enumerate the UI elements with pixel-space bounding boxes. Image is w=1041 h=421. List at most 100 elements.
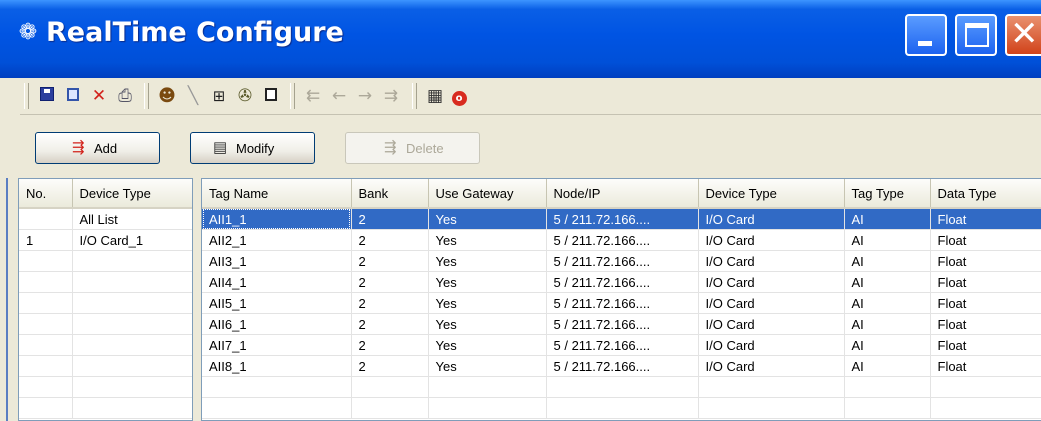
tag-table[interactable]: Tag Name Bank Use Gateway Node/IP Device… <box>201 178 1041 421</box>
line-icon[interactable]: ╲ <box>182 85 204 107</box>
use-gateway-cell: Yes <box>428 250 547 272</box>
empty-row <box>19 376 192 398</box>
column-header-device-type[interactable]: Device Type <box>698 179 845 209</box>
delete-button[interactable]: ⇶ Delete <box>345 132 480 164</box>
node-ip-cell: 5 / 211.72.166.... <box>546 355 699 377</box>
tag-type-cell: AI <box>844 208 931 230</box>
tag-name-cell: AII8_1 <box>202 355 352 377</box>
add-icon: ⇶ <box>72 139 85 156</box>
tag-type-cell: AI <box>844 271 931 293</box>
minimize-icon <box>918 41 932 46</box>
table-row[interactable]: AII4_1 2 Yes 5 / 211.72.166.... I/O Card AI Fl… <box>202 271 1041 293</box>
tag-type-cell: AI <box>844 229 931 251</box>
use-gateway-cell: Yes <box>428 355 547 377</box>
tag-table-body: AII1_1 2 Yes 5 / 211.72.166.... I/O Card AI Fl… <box>202 208 1041 419</box>
data-type-cell: Float <box>930 292 1041 314</box>
maximize-icon <box>965 23 989 47</box>
minimize-button[interactable] <box>905 14 947 56</box>
table-row[interactable]: AII6_1 2 Yes 5 / 211.72.166.... I/O Card AI Fl… <box>202 313 1041 335</box>
copy-icon[interactable] <box>62 85 84 107</box>
print-icon[interactable]: ⎙ <box>114 85 136 107</box>
column-header-device-type[interactable]: Device Type <box>72 179 192 209</box>
window-title: RealTime Configure <box>46 17 344 48</box>
add-button-label: Add <box>94 141 118 156</box>
data-type-cell: Float <box>930 229 1041 251</box>
add-button[interactable]: ⇶ Add <box>35 132 160 164</box>
left-arrow-icon[interactable]: ← <box>328 85 350 107</box>
table-row[interactable]: AII7_1 2 Yes 5 / 211.72.166.... I/O Card AI Fl… <box>202 334 1041 356</box>
use-gateway-cell: Yes <box>428 229 547 251</box>
column-header-node-ip[interactable]: Node/IP <box>546 179 699 209</box>
use-gateway-cell: Yes <box>428 208 547 230</box>
data-type-cell: Float <box>930 355 1041 377</box>
use-gateway-cell: Yes <box>428 334 547 356</box>
column-header-use-gateway[interactable]: Use Gateway <box>428 179 547 209</box>
window-left-edge <box>0 172 18 421</box>
bank-cell: 2 <box>351 292 429 314</box>
modify-button[interactable]: ▤ Modify <box>190 132 315 164</box>
empty-row <box>19 250 192 272</box>
data-type-cell: Float <box>930 250 1041 272</box>
list-item[interactable]: All List <box>19 208 192 230</box>
device-list[interactable]: No. Device Type All List 1 I/O Card_1 <box>18 178 193 421</box>
gear-icon: ❁ <box>18 20 38 45</box>
toolbar-separator <box>290 83 295 109</box>
tag-type-cell: AI <box>844 313 931 335</box>
delete-icon[interactable]: ✕ <box>88 85 110 107</box>
toolbar: ✕ ⎙ ☻ ╲ ⊞ ✇ ⇇ ← → ⇉ ▦ o <box>20 78 1041 115</box>
delete-button-label: Delete <box>406 141 444 156</box>
hash-icon[interactable]: ⊞ <box>208 85 230 107</box>
device-type-cell: I/O Card <box>698 355 845 377</box>
document-icon[interactable] <box>260 85 282 107</box>
chip-icon[interactable]: ▦ <box>424 85 446 107</box>
device-type-cell: I/O Card <box>698 208 845 230</box>
close-button[interactable]: ✕ <box>1005 14 1041 56</box>
right-arrow-icon[interactable]: → <box>354 85 376 107</box>
empty-row <box>202 397 1041 419</box>
use-gateway-cell: Yes <box>428 292 547 314</box>
column-header-tag-name[interactable]: Tag Name <box>202 179 352 209</box>
bank-cell: 2 <box>351 250 429 272</box>
bank-cell: 2 <box>351 313 429 335</box>
table-row[interactable]: AII8_1 2 Yes 5 / 211.72.166.... I/O Card AI Fl… <box>202 355 1041 377</box>
list-item[interactable]: 1 I/O Card_1 <box>19 229 192 251</box>
toolbar-grip[interactable] <box>24 83 29 109</box>
tag-type-cell: AI <box>844 292 931 314</box>
bank-cell: 2 <box>351 229 429 251</box>
node-ip-cell: 5 / 211.72.166.... <box>546 292 699 314</box>
tag-name-cell: AII2_1 <box>202 229 352 251</box>
node-ip-cell: 5 / 211.72.166.... <box>546 229 699 251</box>
pane-splitter[interactable] <box>193 178 201 421</box>
table-row[interactable]: AII1_1 2 Yes 5 / 211.72.166.... I/O Card AI Fl… <box>202 208 1041 230</box>
maximize-button[interactable] <box>955 14 997 56</box>
table-row[interactable]: AII2_1 2 Yes 5 / 211.72.166.... I/O Card AI Fl… <box>202 229 1041 251</box>
empty-row <box>19 397 192 419</box>
device-type-cell: I/O Card <box>698 271 845 293</box>
device-type-cell: I/O Card <box>698 334 845 356</box>
data-type-cell: Float <box>930 208 1041 230</box>
table-row[interactable]: AII5_1 2 Yes 5 / 211.72.166.... I/O Card AI Fl… <box>202 292 1041 314</box>
table-row[interactable]: AII3_1 2 Yes 5 / 211.72.166.... I/O Card AI Fl… <box>202 250 1041 272</box>
bank-cell: 2 <box>351 355 429 377</box>
delete-row-icon: ⇶ <box>384 139 397 156</box>
align-icon[interactable]: ⇇ <box>302 85 324 107</box>
use-gateway-cell: Yes <box>428 271 547 293</box>
tag-name-cell: AII7_1 <box>202 334 352 356</box>
tag-type-cell: AI <box>844 334 931 356</box>
title-bar[interactable]: ❁ RealTime Configure ✕ <box>0 0 1041 78</box>
users-icon[interactable]: ☻ <box>156 85 178 107</box>
column-header-no[interactable]: No. <box>19 179 73 209</box>
empty-row <box>19 313 192 335</box>
tag-type-cell: AI <box>844 250 931 272</box>
modify-icon: ▤ <box>213 139 228 156</box>
device-type: All List <box>72 208 192 230</box>
app-window: ❁ RealTime Configure ✕ ✕ ⎙ ☻ ╲ ⊞ ✇ ⇇ ← →… <box>0 0 1041 421</box>
column-header-tag-type[interactable]: Tag Type <box>844 179 931 209</box>
align-right-icon[interactable]: ⇉ <box>380 85 402 107</box>
stop-icon[interactable]: o <box>448 85 470 107</box>
column-header-bank[interactable]: Bank <box>351 179 429 209</box>
save-icon[interactable] <box>36 85 58 107</box>
bank-cell: 2 <box>351 208 429 230</box>
column-header-data-type[interactable]: Data Type <box>930 179 1041 209</box>
tools-icon[interactable]: ✇ <box>234 85 256 107</box>
